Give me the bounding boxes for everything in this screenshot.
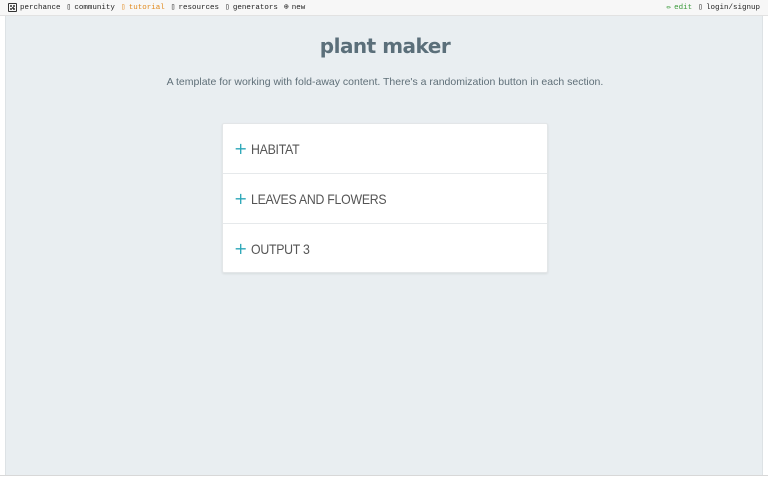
accordion-label: OUTPUT 3 (251, 241, 310, 257)
book-icon: ▯ (120, 2, 126, 12)
nav-login-link[interactable]: ▯ login/signup (698, 2, 760, 12)
chat-icon: ▯ (66, 2, 72, 12)
nav-perchance-label: perchance (20, 3, 61, 12)
accordion-label: HABITAT (251, 140, 300, 157)
nav-edit-link[interactable]: ✏ edit (666, 2, 693, 12)
nav-generators-label: generators (232, 3, 278, 12)
nav-login-label: login/signup (705, 3, 760, 12)
nav-community-link[interactable]: ▯ community (66, 2, 115, 12)
nav-resources-link[interactable]: ▯ resources (170, 2, 220, 12)
accordion: + HABITAT + LEAVES AND FLOWERS + OUTPUT … (222, 123, 548, 273)
nav-tutorial-link[interactable]: ▯ tutorial (120, 2, 165, 12)
page-subtitle: A template for working with fold-away co… (166, 76, 604, 88)
nav-new-link[interactable]: ⊕ new (283, 2, 306, 12)
nav-resources-label: resources (178, 3, 220, 12)
accordion-item-output-3[interactable]: + OUTPUT 3 (223, 224, 547, 274)
dice-icon (8, 3, 17, 12)
accordion-label: LEAVES AND FLOWERS (251, 190, 387, 207)
nav-edit-label: edit (674, 3, 693, 12)
page-title: plant maker (319, 34, 451, 58)
expand-plus-icon: + (234, 239, 248, 258)
nav-generators-link[interactable]: ▯ generators (225, 2, 278, 12)
pencil-icon: ✏ (666, 2, 672, 12)
accordion-item-habitat[interactable]: + HABITAT (223, 124, 547, 174)
expand-plus-icon: + (234, 138, 248, 158)
user-icon: ▯ (698, 2, 703, 12)
nav-community-label: community (74, 3, 115, 12)
folder-icon: ▯ (170, 2, 176, 12)
bottom-strip (0, 475, 768, 480)
nav-new-label: new (291, 3, 306, 12)
nav-tutorial-label: tutorial (128, 3, 165, 12)
top-navigation-bar: perchance ▯ community ▯ tutorial ▯ resou… (0, 0, 768, 16)
nav-right-group: ✏ edit ▯ login/signup (666, 2, 760, 12)
grid-icon: ▯ (225, 2, 230, 12)
accordion-item-leaves-and-flowers[interactable]: + LEAVES AND FLOWERS (223, 174, 547, 224)
nav-left-group: perchance ▯ community ▯ tutorial ▯ resou… (8, 3, 305, 12)
generator-frame: plant maker A template for working with … (5, 16, 763, 475)
expand-plus-icon: + (234, 188, 248, 208)
plus-circle-icon: ⊕ (283, 2, 289, 12)
nav-perchance-link[interactable]: perchance (8, 3, 61, 12)
